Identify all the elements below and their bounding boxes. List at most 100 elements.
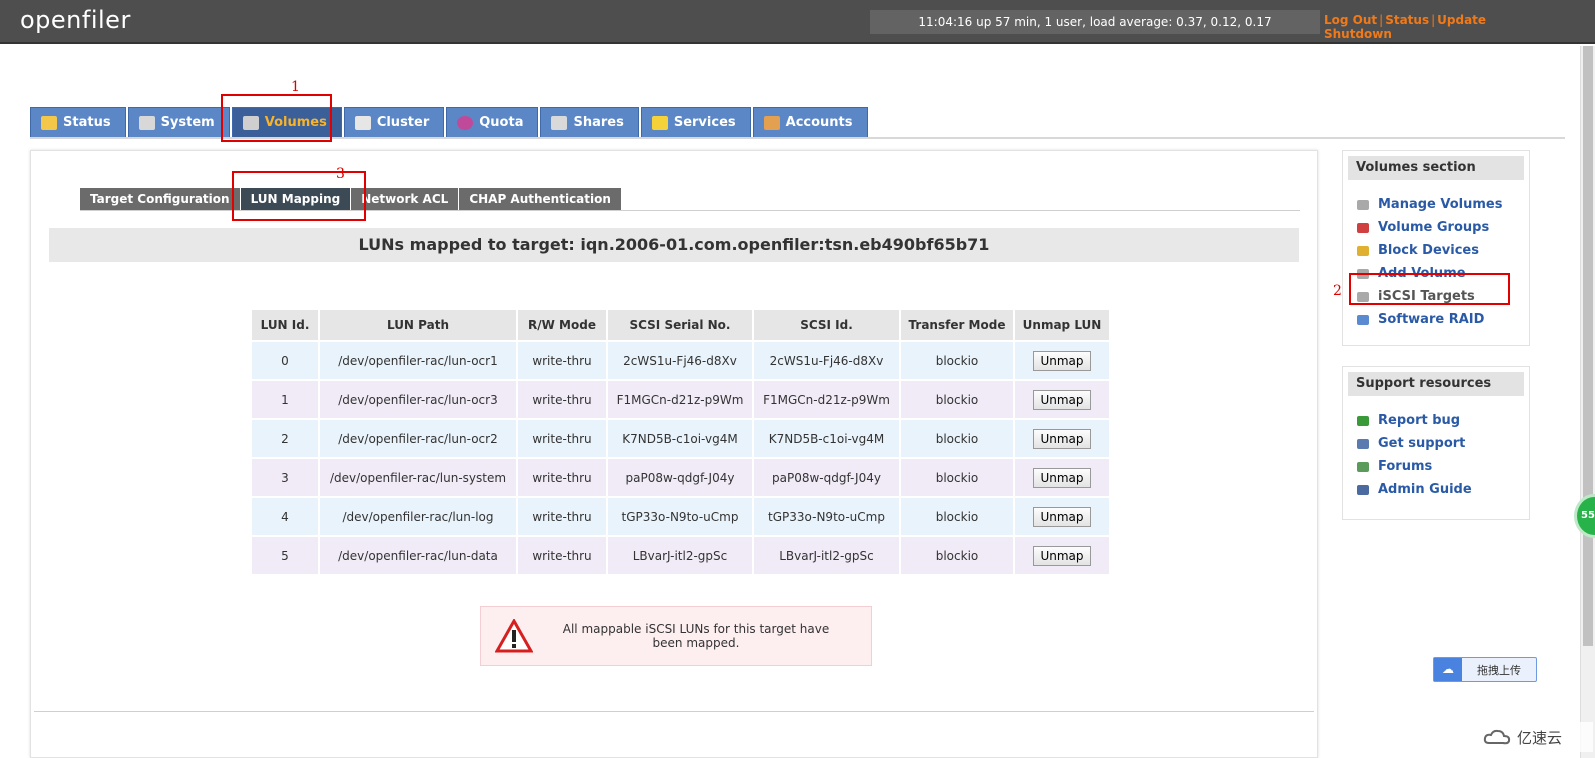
annotation-number: 1: [291, 79, 300, 95]
support-section-title: Support resources: [1348, 372, 1524, 396]
openfiler-logo[interactable]: openfiler: [20, 6, 131, 34]
rw-mode: write-thru: [518, 459, 606, 496]
folder-icon: [551, 115, 568, 130]
watermark-text: 亿速云: [1517, 728, 1563, 747]
scsi-serial: paP08w-qdgf-J04y: [608, 459, 752, 496]
cloud-logo-icon: [1483, 729, 1511, 745]
floating-badge[interactable]: 55: [1574, 494, 1595, 538]
scsi-id: F1MGCn-d21z-p9Wm: [754, 381, 899, 418]
drive-icon: [1357, 245, 1369, 256]
sidebar-item-label: Volume Groups: [1378, 220, 1490, 235]
users-icon: [763, 115, 780, 130]
lun-path: /dev/openfiler-rac/lun-ocr2: [320, 420, 516, 457]
support-icon: [1357, 438, 1369, 449]
sidebar-item-label: Manage Volumes: [1378, 197, 1503, 212]
sidebar-item-label: Software RAID: [1378, 312, 1485, 327]
watermark: 亿速云: [1483, 722, 1593, 752]
transfer-mode: blockio: [901, 342, 1013, 379]
unmap-button[interactable]: Unmap: [1033, 350, 1091, 371]
tab-label: Quota: [479, 115, 524, 130]
unmap-button[interactable]: Unmap: [1033, 467, 1091, 488]
sidebar-item-get-support[interactable]: Get support: [1343, 432, 1529, 455]
scsi-id: 2cWS1u-Fj46-d8Xv: [754, 342, 899, 379]
tab-label: Cluster: [376, 115, 430, 130]
sidebar-item-admin-guide[interactable]: Admin Guide: [1343, 478, 1529, 501]
subtab-target-configuration[interactable]: Target Configuration: [80, 188, 241, 210]
table-row: 5 /dev/openfiler-rac/lun-data write-thru…: [252, 537, 1109, 574]
cubes-icon: [1357, 222, 1369, 233]
tab-cluster[interactable]: Cluster: [343, 107, 445, 138]
lightning-icon: [651, 115, 668, 130]
unmap-cell: Unmap: [1015, 537, 1109, 574]
monitor-icon: [138, 115, 155, 130]
annotation-box-volumes: [221, 94, 332, 142]
column-header: LUN Id.: [252, 310, 318, 340]
warning-icon: [495, 619, 533, 653]
logout-link[interactable]: Log Out: [1324, 13, 1377, 27]
column-header: LUN Path: [320, 310, 516, 340]
sidebar-item-report-bug[interactable]: Report bug: [1343, 409, 1529, 432]
annotation-box-lun-mapping: [232, 171, 366, 221]
sidebar-item-forums[interactable]: Forums: [1343, 455, 1529, 478]
unmap-button[interactable]: Unmap: [1033, 428, 1091, 449]
scsi-id: tGP33o-N9to-uCmp: [754, 498, 899, 535]
sidebar-item-label: Admin Guide: [1378, 482, 1472, 497]
rw-mode: write-thru: [518, 420, 606, 457]
scsi-id: paP08w-qdgf-J04y: [754, 459, 899, 496]
sidebar-item-manage-volumes[interactable]: Manage Volumes: [1343, 193, 1529, 216]
subtab-network-acl[interactable]: Network ACL: [351, 188, 460, 210]
separator: |: [1379, 13, 1384, 27]
scsi-serial: K7ND5B-c1oi-vg4M: [608, 420, 752, 457]
tab-shares[interactable]: Shares: [540, 107, 639, 138]
transfer-mode: blockio: [901, 420, 1013, 457]
notice-message: All mappable iSCSI LUNs for this target …: [562, 622, 830, 650]
volumes-section-title: Volumes section: [1348, 156, 1524, 180]
separator: |: [1431, 13, 1436, 27]
update-link[interactable]: Update: [1437, 13, 1486, 27]
subtab-chap-authentication[interactable]: CHAP Authentication: [459, 188, 622, 210]
volumes-section: Volumes section Manage Volumes Volume Gr…: [1342, 150, 1530, 346]
sidebar-item-label: Block Devices: [1378, 243, 1479, 258]
tab-services[interactable]: Services: [640, 107, 751, 138]
tab-accounts[interactable]: Accounts: [752, 107, 868, 138]
lun-table: LUN Id. LUN Path R/W Mode SCSI Serial No…: [250, 308, 1111, 576]
lun-path: /dev/openfiler-rac/lun-data: [320, 537, 516, 574]
unmap-button[interactable]: Unmap: [1033, 545, 1091, 566]
sidebar-item-volume-groups[interactable]: Volume Groups: [1343, 216, 1529, 239]
lun-path: /dev/openfiler-rac/lun-system: [320, 459, 516, 496]
unmap-button[interactable]: Unmap: [1033, 389, 1091, 410]
drag-upload-button[interactable]: ☁ 拖拽上传: [1433, 657, 1537, 682]
shutdown-link[interactable]: Shutdown: [1324, 27, 1392, 41]
status-link[interactable]: Status: [1385, 13, 1429, 27]
lun-path: /dev/openfiler-rac/lun-ocr1: [320, 342, 516, 379]
tab-status[interactable]: Status: [30, 107, 126, 138]
sun-icon: [41, 115, 57, 130]
vertical-scrollbar[interactable]: [1580, 46, 1595, 758]
annotation-box-iscsi-targets: [1349, 273, 1510, 305]
pie-icon: [457, 115, 474, 130]
unmap-cell: Unmap: [1015, 381, 1109, 418]
bug-icon: [1357, 415, 1369, 426]
sidebar-item-software-raid[interactable]: Software RAID: [1343, 308, 1529, 331]
scsi-serial: 2cWS1u-Fj46-d8Xv: [608, 342, 752, 379]
sidebar-item-label: Get support: [1378, 436, 1466, 451]
scsi-id: LBvarJ-itl2-gpSc: [754, 537, 899, 574]
tab-label: Accounts: [785, 115, 853, 130]
sidebar-item-block-devices[interactable]: Block Devices: [1343, 239, 1529, 262]
sidebar-item-label: Forums: [1378, 459, 1433, 474]
tab-label: Status: [63, 115, 111, 130]
tab-system[interactable]: System: [127, 107, 230, 138]
table-header-row: LUN Id. LUN Path R/W Mode SCSI Serial No…: [252, 310, 1109, 340]
unmap-button[interactable]: Unmap: [1033, 506, 1091, 527]
rw-mode: write-thru: [518, 342, 606, 379]
column-header: SCSI Id.: [754, 310, 899, 340]
notice-box: All mappable iSCSI LUNs for this target …: [480, 606, 872, 666]
transfer-mode: blockio: [901, 459, 1013, 496]
annotation-number: 2: [1333, 283, 1342, 299]
unmap-cell: Unmap: [1015, 498, 1109, 535]
forum-icon: [1357, 461, 1369, 472]
table-row: 2 /dev/openfiler-rac/lun-ocr2 write-thru…: [252, 420, 1109, 457]
panel-divider: [34, 711, 1314, 712]
scrollbar-thumb[interactable]: [1583, 46, 1593, 646]
tab-quota[interactable]: Quota: [446, 107, 539, 138]
